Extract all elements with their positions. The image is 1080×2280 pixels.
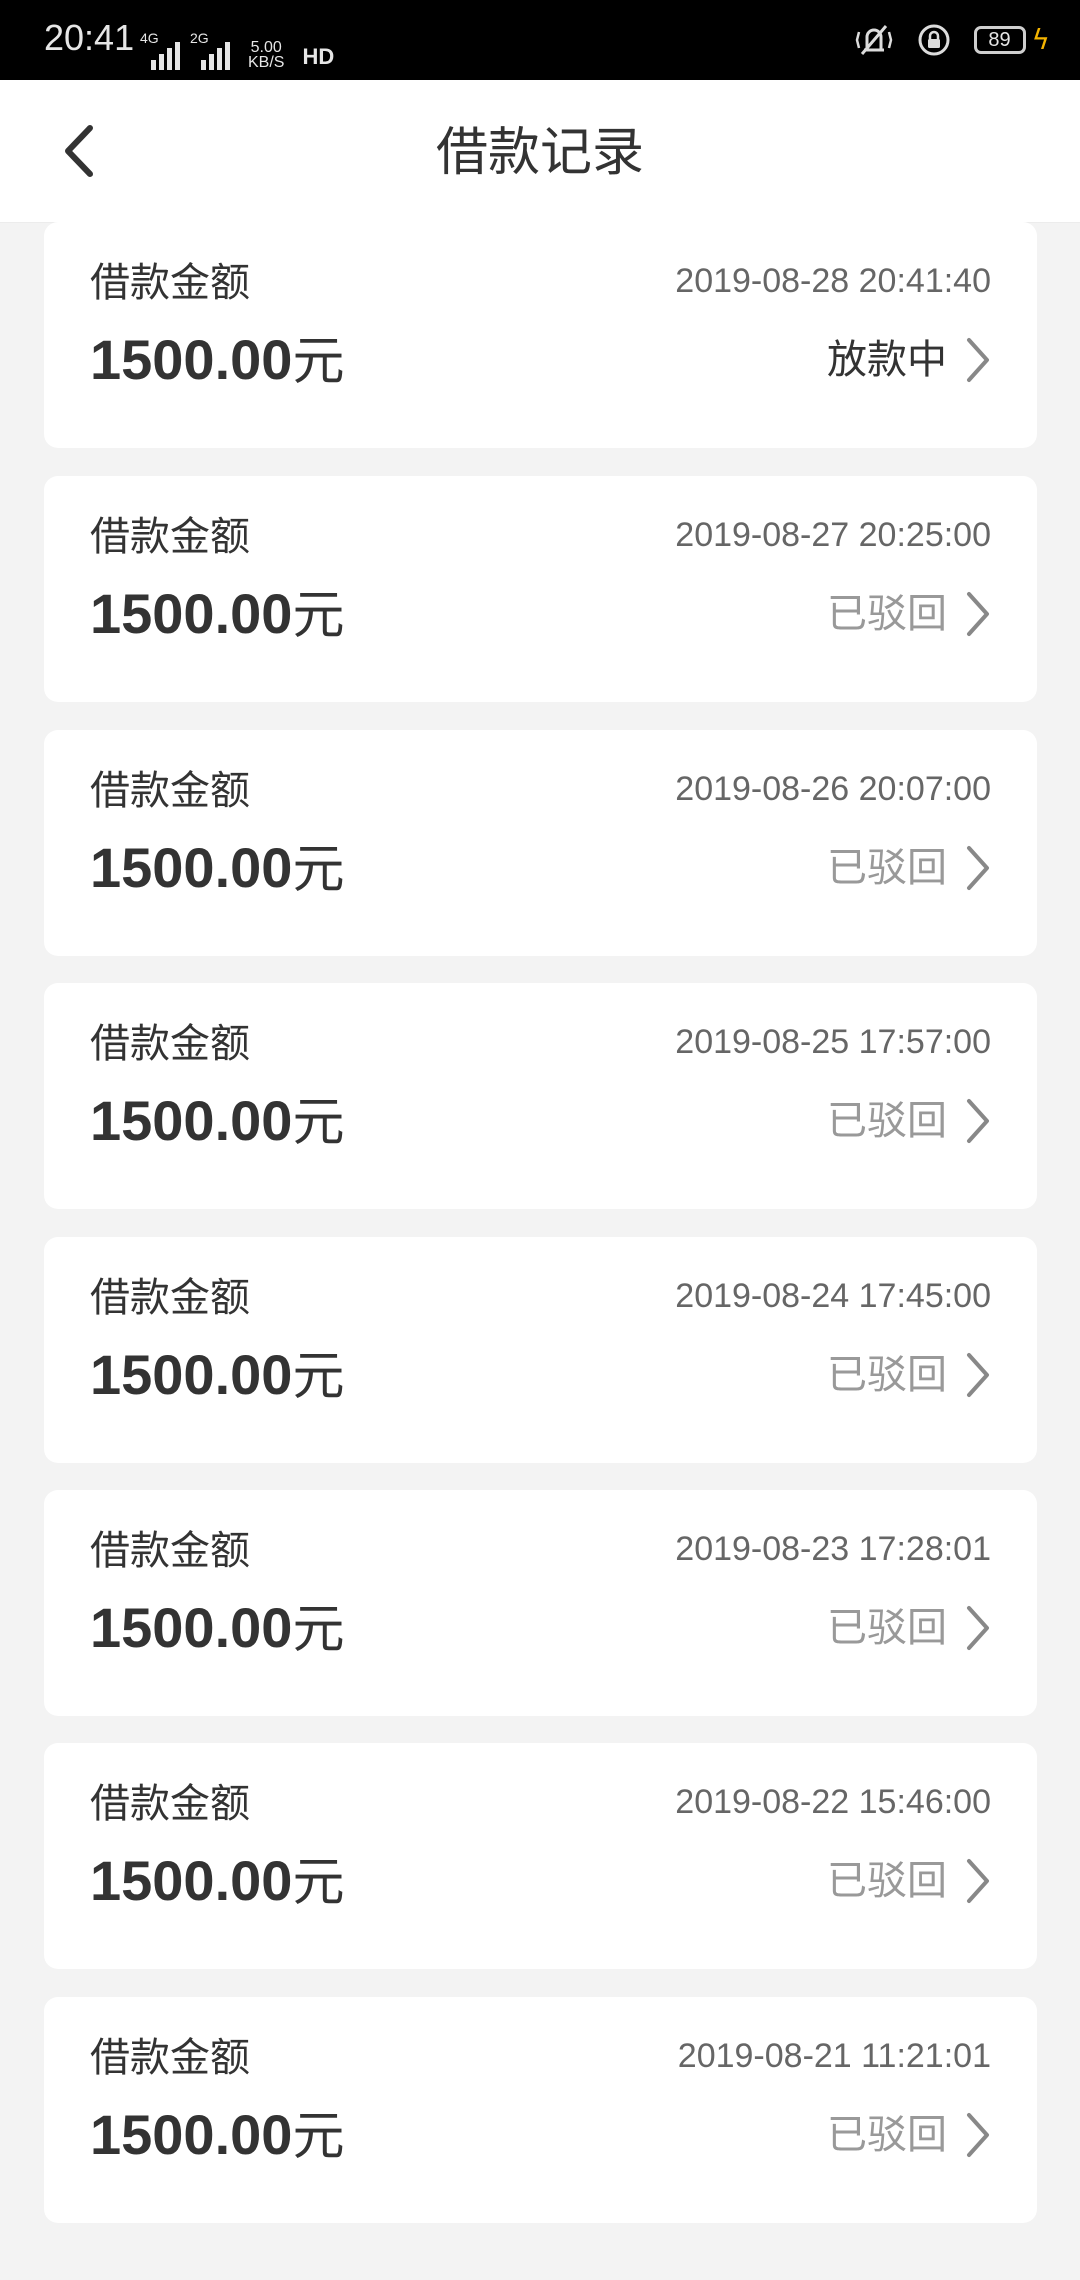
record-timestamp: 2019-08-25 17:57:00 xyxy=(675,1023,991,1061)
chevron-right-icon xyxy=(967,592,989,636)
page-title: 借款记录 xyxy=(435,123,644,183)
record-status[interactable]: 已驳回 xyxy=(827,1602,991,1654)
net-speed-value: 5.00 xyxy=(250,39,282,56)
chevron-right-icon xyxy=(967,1099,989,1143)
loan-amount-label: 借款金额 xyxy=(90,260,250,306)
loan-amount-label: 借款金额 xyxy=(90,1528,250,1574)
amount-unit: 元 xyxy=(292,1600,345,1660)
record-timestamp: 2019-08-26 20:07:00 xyxy=(675,770,991,808)
loan-amount-label: 借款金额 xyxy=(90,2035,250,2081)
loan-amount: 1500.00元 xyxy=(90,1085,344,1159)
amount-unit: 元 xyxy=(292,1093,345,1153)
amount-value: 1500.00 xyxy=(90,836,293,899)
loan-record-card[interactable]: 借款金额 1500.00元 2019-08-21 11:21:01 已驳回 xyxy=(44,1997,1037,2223)
record-timestamp: 2019-08-28 20:41:40 xyxy=(675,262,991,300)
record-status[interactable]: 已驳回 xyxy=(827,588,991,640)
status-text: 已驳回 xyxy=(827,1098,947,1144)
status-text: 已驳回 xyxy=(827,2112,947,2158)
charging-icon: ϟ xyxy=(1031,23,1050,56)
status-text: 已驳回 xyxy=(827,1352,947,1398)
loan-amount: 1500.00元 xyxy=(90,832,344,906)
status-left-icons: 4G 2G 5.00 KB/S HD xyxy=(140,30,335,71)
loan-record-card[interactable]: 借款金额 1500.00元 2019-08-26 20:07:00 已驳回 xyxy=(44,730,1037,956)
loan-amount: 1500.00元 xyxy=(90,324,344,398)
loan-record-card[interactable]: 借款金额 1500.00元 2019-08-24 17:45:00 已驳回 xyxy=(44,1237,1037,1463)
loan-amount: 1500.00元 xyxy=(90,1845,344,1919)
loan-record-card[interactable]: 借款金额 1500.00元 2019-08-28 20:41:40 放款中 xyxy=(44,222,1037,448)
vibrate-icon xyxy=(855,25,892,55)
app-header: 借款记录 xyxy=(0,80,1080,223)
loan-record-card[interactable]: 借款金额 1500.00元 2019-08-27 20:25:00 已驳回 xyxy=(44,476,1037,702)
status-text: 已驳回 xyxy=(827,591,947,637)
loan-amount: 1500.00元 xyxy=(90,2099,344,2173)
loan-amount-label: 借款金额 xyxy=(90,768,250,814)
status-right-icons: 89 ϟ xyxy=(854,20,1050,60)
amount-unit: 元 xyxy=(292,332,345,392)
net-speed: 5.00 KB/S xyxy=(248,39,285,71)
loan-amount-label: 借款金额 xyxy=(90,1021,250,1067)
loan-amount: 1500.00元 xyxy=(90,578,344,652)
hd-icon: HD xyxy=(302,44,335,69)
record-status[interactable]: 已驳回 xyxy=(827,1349,991,1401)
status-bar: 20:41 4G 2G 5.00 KB/S HD 89 ϟ xyxy=(0,0,1080,80)
amount-value: 1500.00 xyxy=(90,328,293,391)
chevron-right-icon xyxy=(967,1859,989,1903)
loan-record-card[interactable]: 借款金额 1500.00元 2019-08-25 17:57:00 已驳回 xyxy=(44,983,1037,1209)
chevron-right-icon xyxy=(967,2113,989,2157)
record-timestamp: 2019-08-22 15:46:00 xyxy=(675,1783,991,1821)
loan-amount: 1500.00元 xyxy=(90,1592,344,1666)
record-timestamp: 2019-08-21 11:21:01 xyxy=(677,2037,991,2075)
amount-value: 1500.00 xyxy=(90,582,293,645)
record-status[interactable]: 已驳回 xyxy=(827,842,991,894)
loan-record-card[interactable]: 借款金额 1500.00元 2019-08-22 15:46:00 已驳回 xyxy=(44,1743,1037,1969)
status-text: 已驳回 xyxy=(827,845,947,891)
chevron-right-icon xyxy=(967,846,989,890)
signal-4g-icon: 4G xyxy=(140,30,180,70)
chevron-right-icon xyxy=(967,1606,989,1650)
record-timestamp: 2019-08-27 20:25:00 xyxy=(675,516,991,554)
record-status[interactable]: 放款中 xyxy=(827,334,991,386)
record-status[interactable]: 已驳回 xyxy=(827,1855,991,1907)
net-speed-unit: KB/S xyxy=(248,54,285,71)
amount-unit: 元 xyxy=(292,1347,345,1407)
amount-value: 1500.00 xyxy=(90,1849,293,1912)
amount-unit: 元 xyxy=(292,1853,345,1913)
record-status[interactable]: 已驳回 xyxy=(827,1095,991,1147)
status-text: 已驳回 xyxy=(827,1605,947,1651)
amount-value: 1500.00 xyxy=(90,1343,293,1406)
record-timestamp: 2019-08-23 17:28:01 xyxy=(675,1530,991,1568)
chevron-right-icon xyxy=(967,338,989,382)
amount-value: 1500.00 xyxy=(90,1089,293,1152)
screen-lock-icon xyxy=(918,24,950,56)
loan-amount-label: 借款金额 xyxy=(90,1275,250,1321)
amount-value: 1500.00 xyxy=(90,1596,293,1659)
amount-value: 1500.00 xyxy=(90,2103,293,2166)
amount-unit: 元 xyxy=(292,586,345,646)
loan-amount-label: 借款金额 xyxy=(90,514,250,560)
loan-amount: 1500.00元 xyxy=(90,1339,344,1413)
status-text: 放款中 xyxy=(827,337,947,383)
record-timestamp: 2019-08-24 17:45:00 xyxy=(675,1277,991,1315)
loan-amount-label: 借款金额 xyxy=(90,1781,250,1827)
chevron-right-icon xyxy=(967,1353,989,1397)
battery-icon: 89 xyxy=(973,26,1026,54)
loan-record-card[interactable]: 借款金额 1500.00元 2019-08-23 17:28:01 已驳回 xyxy=(44,1490,1037,1716)
status-time: 20:41 xyxy=(44,17,135,58)
status-text: 已驳回 xyxy=(827,1858,947,1904)
record-status[interactable]: 已驳回 xyxy=(827,2109,991,2161)
amount-unit: 元 xyxy=(292,840,345,900)
amount-unit: 元 xyxy=(292,2107,345,2167)
signal-2g-icon: 2G xyxy=(190,30,230,70)
